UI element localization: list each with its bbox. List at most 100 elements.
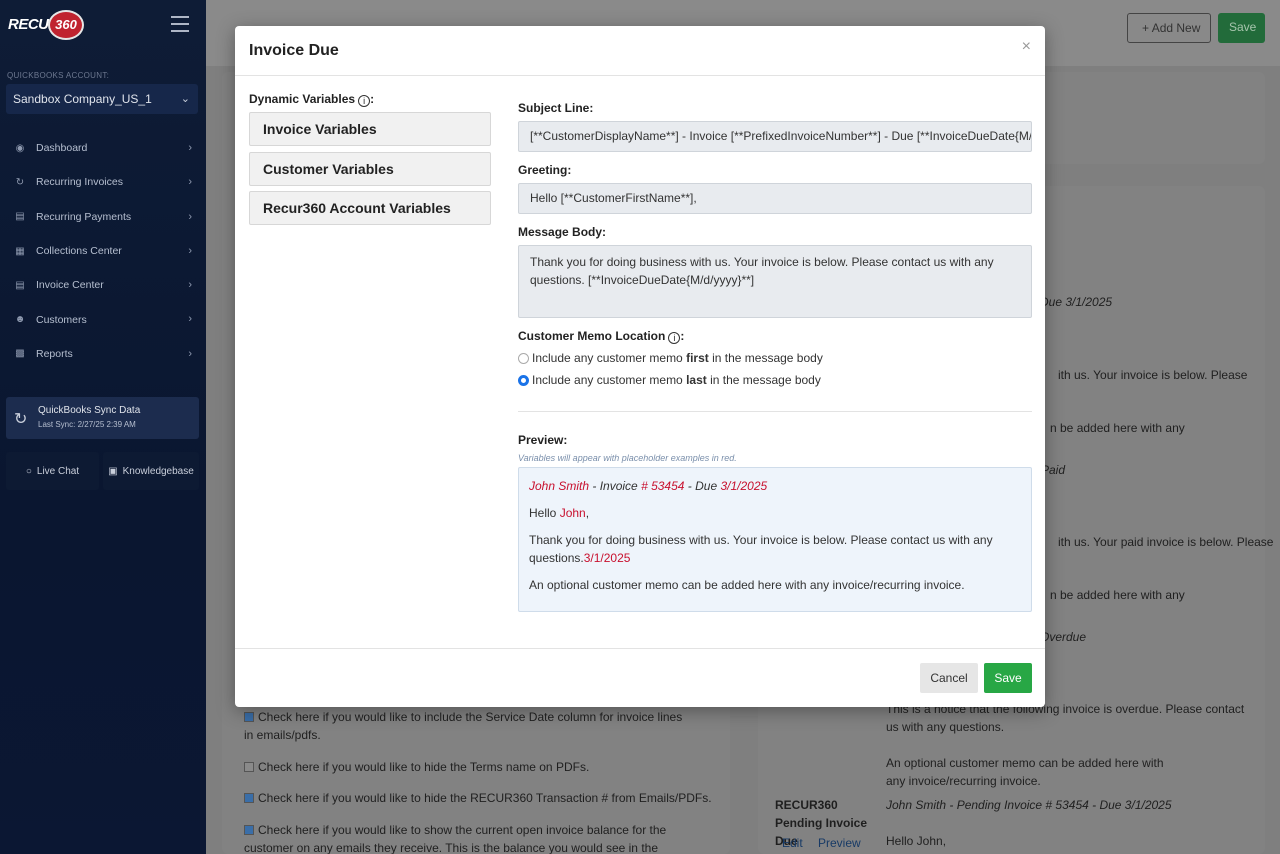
sidebar-item-label: Recurring Payments bbox=[36, 210, 132, 223]
chevron-right-icon: › bbox=[188, 176, 192, 189]
bar-chart-icon: ▩ bbox=[15, 348, 25, 360]
preview-subject-text: - Invoice bbox=[589, 479, 642, 493]
invoice-due-modal: Invoice Due × Dynamic Variables i: Invoic… bbox=[235, 26, 1045, 707]
customer-variables-button[interactable]: Customer Variables bbox=[249, 152, 491, 186]
info-icon[interactable]: i bbox=[358, 95, 371, 107]
preview-customer-name: John Smith bbox=[529, 479, 590, 493]
subject-line-label: Subject Line: bbox=[518, 101, 594, 115]
chevron-right-icon: › bbox=[188, 347, 192, 360]
sidebar-nav: ◉ Dashboard › ↻ Recurring Invoices › ▤ Recurr… bbox=[0, 131, 206, 371]
chevron-right-icon: › bbox=[188, 244, 192, 257]
sidebar-item-label: Customers bbox=[36, 313, 87, 326]
refresh-icon: ↻ bbox=[15, 176, 25, 188]
document-icon: ▦ bbox=[15, 245, 25, 257]
account-variables-button[interactable]: Recur360 Account Variables bbox=[249, 191, 491, 225]
subject-line-input[interactable]: [**CustomerDisplayName**] - Invoice [**P… bbox=[518, 121, 1032, 152]
recur360-logo[interactable]: RECUR 360 bbox=[8, 10, 84, 42]
users-icon: ☻ bbox=[14, 314, 26, 326]
template-memo-due: n be added here with any bbox=[1050, 421, 1185, 435]
live-chat-label: Live Chat bbox=[36, 465, 80, 477]
template-subject-overdue: Overdue bbox=[1040, 630, 1087, 644]
sidebar-item-recurring-invoices[interactable]: ↻ Recurring Invoices › bbox=[0, 165, 206, 199]
checkbox-checked[interactable] bbox=[244, 825, 254, 835]
sidebar-item-label: Recurring Invoices bbox=[36, 176, 123, 189]
memo-last-option[interactable]: Include any customer memo last in the me… bbox=[518, 373, 821, 387]
preview-subject-due: - Due bbox=[684, 479, 721, 493]
quickbooks-account-label: QUICKBOOKS ACCOUNT: bbox=[7, 71, 110, 80]
invoice-variables-button[interactable]: Invoice Variables bbox=[249, 112, 491, 146]
message-body-textarea[interactable]: Thank you for doing business with us. Yo… bbox=[518, 245, 1032, 318]
greeting-input[interactable]: Hello [**CustomerFirstName**], bbox=[518, 183, 1032, 214]
sidebar-item-label: Collections Center bbox=[36, 245, 122, 258]
preview-body-date: 3/1/2025 bbox=[583, 551, 631, 565]
message-body-label: Message Body: bbox=[518, 225, 607, 239]
cancel-button[interactable]: Cancel bbox=[920, 663, 978, 693]
preview-label: Preview: bbox=[518, 433, 568, 447]
option-show-balance[interactable]: Check here if you would like to show the… bbox=[244, 821, 710, 854]
checkbox-checked[interactable] bbox=[244, 712, 254, 722]
sidebar-item-label: Reports bbox=[36, 347, 73, 360]
checkbox-checked[interactable] bbox=[244, 793, 254, 803]
quickbooks-sync-button[interactable]: ↻ QuickBooks Sync Data Last Sync: 2/27/2… bbox=[6, 397, 199, 439]
info-icon[interactable]: i bbox=[668, 332, 681, 344]
dynamic-variables-label: Dynamic Variables i: bbox=[249, 92, 375, 107]
option-label: Check here if you would like to hide the… bbox=[258, 760, 590, 774]
sidebar-item-customers[interactable]: ☻ Customers › bbox=[0, 302, 206, 336]
option-hide-transaction[interactable]: Check here if you would like to hide the… bbox=[244, 789, 714, 807]
email-preview: John Smith - Invoice # 53454 - Due 3/1/2… bbox=[518, 467, 1032, 612]
modal-header: Invoice Due × bbox=[235, 26, 1045, 76]
option-label: Check here if you would like to hide the… bbox=[258, 791, 712, 805]
template-subject-due: Due 3/1/2025 bbox=[1040, 295, 1113, 309]
sync-icon: ↻ bbox=[14, 411, 28, 428]
sidebar-item-collections-center[interactable]: ▦ Collections Center › bbox=[0, 234, 206, 268]
memo-last-text: Include any customer memo bbox=[532, 373, 683, 387]
close-icon[interactable]: × bbox=[1022, 38, 1031, 56]
memo-last-bold: last bbox=[686, 373, 707, 387]
knowledgebase-button[interactable]: ▣ Knowledgebase bbox=[103, 452, 199, 490]
add-new-label: Add New bbox=[1151, 21, 1201, 35]
header-save-button[interactable]: Save bbox=[1218, 13, 1265, 43]
template-memo-paid: n be added here with any bbox=[1050, 588, 1185, 602]
knowledgebase-label: Knowledgebase bbox=[122, 465, 194, 477]
hamburger-menu-icon[interactable] bbox=[171, 16, 189, 32]
greeting-label: Greeting: bbox=[518, 163, 572, 177]
chevron-right-icon: › bbox=[188, 142, 192, 154]
live-chat-button[interactable]: ○ Live Chat bbox=[6, 452, 99, 490]
memo-first-text: Include any customer memo bbox=[532, 351, 683, 365]
chevron-down-icon: ⌄ bbox=[180, 93, 190, 105]
edit-template-link[interactable]: Edit bbox=[782, 834, 803, 852]
memo-first-post: in the message body bbox=[712, 351, 823, 365]
option-service-date[interactable]: Check here if you would like to include … bbox=[244, 708, 684, 744]
preview-first-name: John bbox=[559, 506, 586, 520]
preview-template-link[interactable]: Preview bbox=[818, 834, 861, 852]
sidebar-item-invoice-center[interactable]: ▤ Invoice Center › bbox=[0, 268, 206, 302]
sidebar-item-reports[interactable]: ▩ Reports › bbox=[0, 337, 206, 371]
sidebar-item-recurring-payments[interactable]: ▤ Recurring Payments › bbox=[0, 200, 206, 234]
preview-body-line1: Thank you for doing business with us. Yo… bbox=[529, 533, 993, 547]
checkbox-unchecked[interactable] bbox=[244, 762, 254, 772]
preview-greeting-comma: , bbox=[585, 506, 590, 520]
radio-last[interactable] bbox=[518, 374, 529, 386]
radio-first[interactable] bbox=[518, 352, 529, 364]
memo-first-option[interactable]: Include any customer memo first in the m… bbox=[518, 351, 823, 365]
preview-invoice-number: # 53454 bbox=[641, 479, 685, 493]
option-hide-terms[interactable]: Check here if you would like to hide the… bbox=[244, 758, 684, 776]
sidebar-item-label: Invoice Center bbox=[36, 279, 104, 292]
logo-badge: 360 bbox=[48, 10, 84, 40]
preview-body-text: questions. bbox=[529, 551, 584, 565]
preview-memo: An optional customer memo can be added h… bbox=[529, 578, 965, 592]
save-button[interactable]: Save bbox=[984, 663, 1032, 693]
dynamic-variables-text: Dynamic Variables bbox=[249, 92, 356, 106]
company-select[interactable]: Sandbox Company_US_1 ⌄ bbox=[6, 84, 198, 114]
template-subject-pending: John Smith - Pending Invoice # 53454 - D… bbox=[886, 798, 1172, 812]
preview-body-line2: questions.3/1/2025 bbox=[529, 551, 630, 565]
company-name: Sandbox Company_US_1 bbox=[13, 92, 152, 106]
chevron-right-icon: › bbox=[188, 279, 192, 292]
sidebar-item-dashboard[interactable]: ◉ Dashboard › bbox=[0, 131, 206, 165]
template-greeting-pending: Hello John, bbox=[886, 834, 947, 848]
sync-title: QuickBooks Sync Data bbox=[38, 405, 141, 416]
palette-icon: ◉ bbox=[15, 142, 25, 154]
modal-footer-divider bbox=[235, 648, 1045, 649]
option-label: Check here if you would like to show the… bbox=[244, 823, 667, 854]
add-new-button[interactable]: + Add New bbox=[1127, 13, 1211, 43]
